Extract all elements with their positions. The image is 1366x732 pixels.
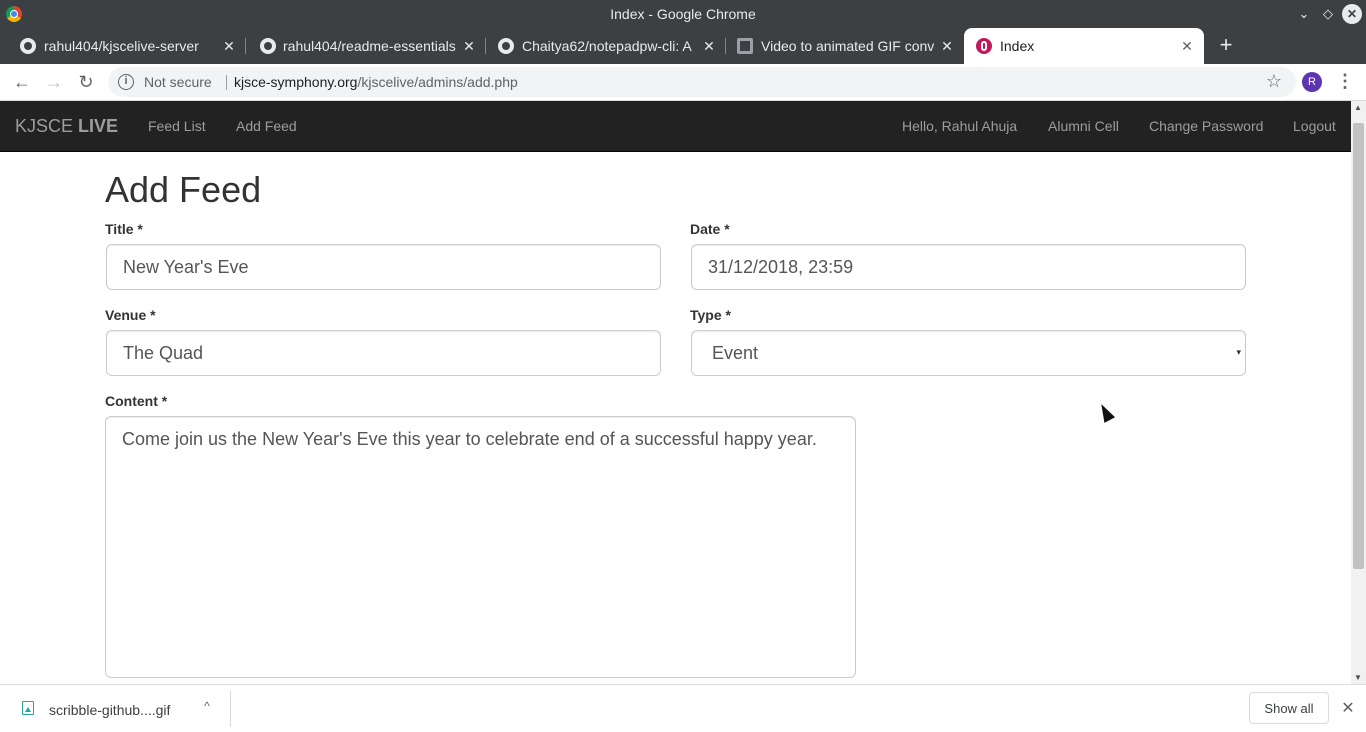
back-button[interactable]: ← — [10, 70, 34, 94]
title-input[interactable] — [106, 244, 661, 290]
type-select[interactable]: Event ▾ — [691, 330, 1246, 376]
security-indicator[interactable]: Not secure — [144, 74, 212, 90]
tab-index[interactable]: Index ✕ — [964, 28, 1204, 64]
url-host: kjsce-symphony.org — [234, 74, 358, 90]
bookmark-star-icon[interactable]: ☆ — [1266, 71, 1282, 92]
download-divider — [230, 691, 231, 727]
github-icon — [20, 38, 36, 54]
venue-label: Venue * — [105, 307, 156, 323]
chrome-menu-icon[interactable]: ⋮ — [1336, 70, 1354, 94]
gif-converter-icon — [737, 38, 753, 54]
tab-kjscelive-server[interactable]: rahul404/kjscelive-server ✕ — [0, 28, 246, 64]
close-icon[interactable]: ✕ — [1338, 699, 1358, 719]
nav-user-greeting[interactable]: Hello, Rahul Ahuja — [902, 118, 1017, 134]
scrollbar-thumb[interactable] — [1353, 123, 1364, 569]
tab-label: Index — [1000, 38, 1035, 54]
tab-label: Chaitya62/notepadpw-cli: A n — [522, 38, 694, 54]
browser-toolbar: ← → ↻ i Not secure kjsce-symphony.org/kj… — [0, 64, 1366, 101]
site-navbar: KJSCE LIVE Feed List Add Feed Hello, Rah… — [0, 101, 1351, 152]
date-label: Date * — [690, 221, 730, 237]
site-brand[interactable]: KJSCE LIVE — [15, 116, 118, 137]
forward-button[interactable]: → — [42, 70, 66, 94]
nav-logout[interactable]: Logout — [1293, 118, 1336, 134]
nav-alumni-cell[interactable]: Alumni Cell — [1048, 118, 1119, 134]
chevron-down-icon: ▾ — [1236, 347, 1241, 357]
window-close-button[interactable]: ✕ — [1342, 4, 1362, 24]
tab-label: Video to animated GIF conve — [761, 38, 935, 54]
page-viewport: KJSCE LIVE Feed List Add Feed Hello, Rah… — [0, 101, 1351, 684]
page-title: Add Feed — [105, 169, 262, 210]
type-label: Type * — [690, 307, 731, 323]
tab-label: rahul404/kjscelive-server — [44, 38, 199, 54]
tab-close-icon[interactable]: ✕ — [1178, 37, 1196, 55]
kjsce-icon — [976, 38, 992, 54]
image-file-icon — [22, 701, 34, 715]
tab-strip: rahul404/kjscelive-server ✕ rahul404/rea… — [0, 28, 1366, 64]
type-selected-value: Event — [712, 343, 759, 363]
window-title: Index - Google Chrome — [610, 6, 756, 22]
tab-gif-converter[interactable]: Video to animated GIF conve ✕ — [726, 28, 964, 64]
show-all-button[interactable]: Show all — [1249, 692, 1329, 724]
scroll-up-icon[interactable]: ▲ — [1354, 103, 1362, 112]
brand-prefix: KJSCE — [15, 116, 79, 136]
url-text[interactable]: kjsce-symphony.org/kjscelive/admins/add.… — [234, 74, 518, 90]
scroll-down-icon[interactable]: ▼ — [1354, 673, 1362, 682]
nav-feed-list[interactable]: Feed List — [148, 118, 206, 134]
chevron-up-icon[interactable]: ^ — [199, 699, 215, 717]
title-label: Title * — [105, 221, 143, 237]
github-icon — [498, 38, 514, 54]
info-icon[interactable]: i — [118, 74, 134, 90]
github-icon — [260, 38, 276, 54]
date-input[interactable] — [691, 244, 1246, 290]
download-file-name[interactable]: scribble-github....gif — [49, 702, 170, 718]
omnibox-divider — [226, 75, 227, 90]
tab-close-icon[interactable]: ✕ — [460, 37, 478, 55]
tab-close-icon[interactable]: ✕ — [220, 37, 238, 55]
profile-avatar[interactable]: R — [1302, 72, 1322, 92]
venue-input[interactable] — [106, 330, 661, 376]
url-path: /kjscelive/admins/add.php — [357, 74, 518, 90]
tab-close-icon[interactable]: ✕ — [700, 37, 718, 55]
brand-bold: LIVE — [78, 116, 119, 136]
tab-label: rahul404/readme-essentials — [283, 38, 456, 54]
minimize-button[interactable]: ⌄ — [1294, 4, 1314, 24]
nav-change-password[interactable]: Change Password — [1149, 118, 1263, 134]
content-label: Content * — [105, 393, 168, 409]
content-textarea[interactable]: Come join us the New Year's Eve this yea… — [105, 416, 856, 678]
page-scrollbar[interactable]: ▲ ▼ — [1351, 101, 1366, 684]
address-bar[interactable]: i Not secure kjsce-symphony.org/kjsceliv… — [108, 67, 1296, 97]
tab-readme-essentials[interactable]: rahul404/readme-essentials ✕ — [246, 28, 486, 64]
maximize-button[interactable]: ◇ — [1318, 4, 1338, 24]
tab-close-icon[interactable]: ✕ — [938, 37, 956, 55]
new-tab-button[interactable]: + — [1214, 34, 1238, 58]
window-titlebar: Index - Google Chrome ⌄ ◇ ✕ — [0, 0, 1366, 28]
reload-button[interactable]: ↻ — [74, 70, 98, 94]
tab-notepadpw-cli[interactable]: Chaitya62/notepadpw-cli: A n ✕ — [486, 28, 726, 64]
nav-add-feed[interactable]: Add Feed — [236, 118, 297, 134]
download-shelf: scribble-github....gif ^ Show all ✕ — [0, 684, 1366, 732]
